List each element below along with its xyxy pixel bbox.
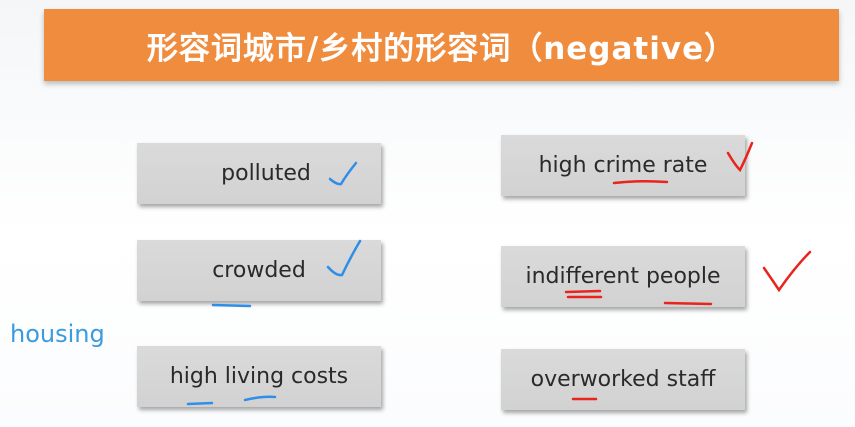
card-high-living-costs: high living costs <box>137 346 381 407</box>
slide-title: 形容词城市/乡村的形容词（negative） <box>146 30 737 67</box>
card-label: crowded <box>212 258 306 283</box>
card-crowded: crowded <box>137 240 381 301</box>
card-overworked-staff: overworked staff <box>501 349 745 410</box>
card-indifferent-people: indifferent people <box>501 246 745 307</box>
title-bar: 形容词城市/乡村的形容词（negative） <box>44 9 839 81</box>
card-high-crime-rate: high crime rate <box>501 135 745 196</box>
checkmark-icon <box>762 250 812 293</box>
underline-mark <box>211 303 252 308</box>
card-label: indifferent people <box>525 264 721 289</box>
card-label: high living costs <box>169 364 349 389</box>
card-label: overworked staff <box>530 367 716 392</box>
handwritten-note-housing: housing <box>10 320 105 348</box>
card-polluted: polluted <box>137 143 381 204</box>
card-label: polluted <box>221 161 311 186</box>
card-label: high crime rate <box>538 153 708 178</box>
